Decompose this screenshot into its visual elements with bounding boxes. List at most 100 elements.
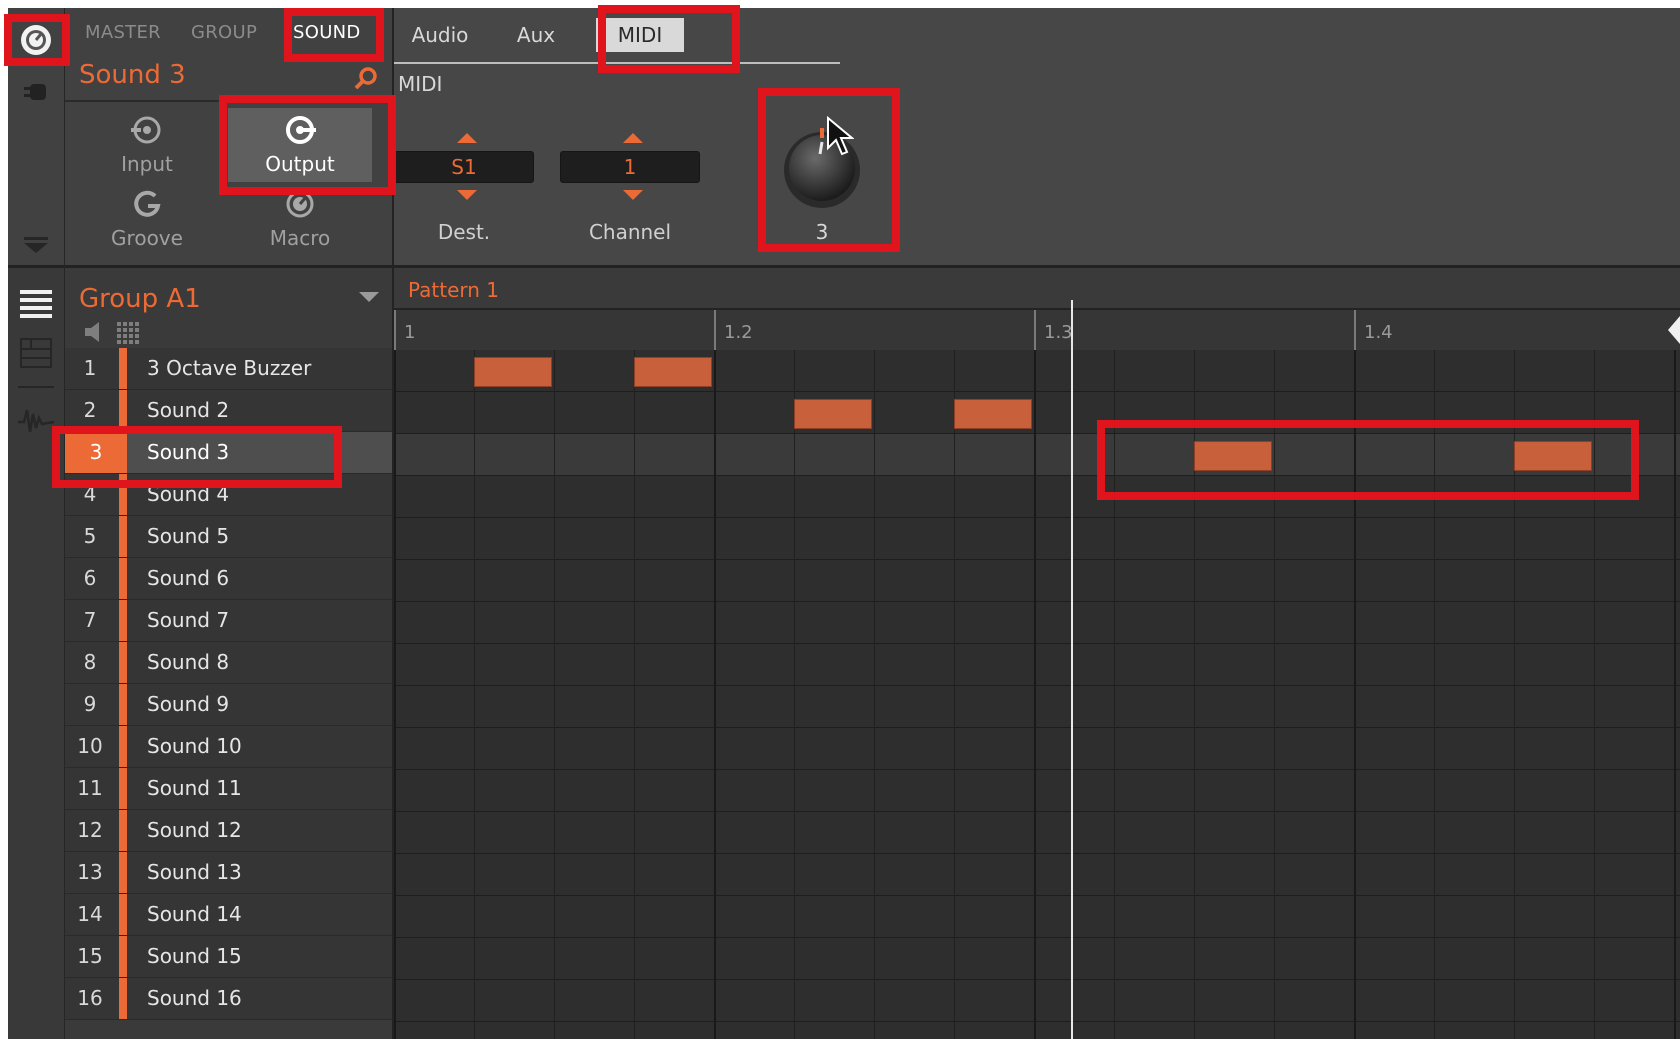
timeline-ruler[interactable]: 1 1.2 1.3 1.4	[394, 308, 1680, 352]
highlight-sound3-notes	[1097, 420, 1639, 500]
slot-number: 7	[83, 608, 97, 632]
grid-step-line	[554, 350, 555, 1039]
waveform-icon[interactable]	[18, 404, 55, 438]
dest-value[interactable]: S1	[394, 151, 534, 183]
channel-value[interactable]: 1	[560, 151, 700, 183]
sound-slot-6[interactable]: 6 Sound 6	[65, 558, 392, 600]
slot-number: 2	[83, 398, 97, 422]
note-event[interactable]	[474, 357, 552, 387]
sound-slot-13[interactable]: 13 Sound 13	[65, 852, 392, 894]
grid-row-1	[394, 350, 1680, 392]
slot-number: 15	[77, 944, 103, 968]
slot-name: Sound 9	[147, 692, 230, 716]
slot-number: 1	[83, 356, 97, 380]
ruler-tick	[1034, 310, 1036, 350]
dest-label: Dest.	[437, 220, 491, 244]
sound-slot-1[interactable]: 1 3 Octave Buzzer	[65, 348, 392, 390]
note-event[interactable]	[794, 399, 872, 429]
note-event[interactable]	[954, 399, 1032, 429]
slot-color	[119, 936, 127, 977]
grid-row-10	[394, 728, 1680, 770]
tab-audio[interactable]: Audio	[400, 18, 480, 52]
sound-slot-9[interactable]: 9 Sound 9	[65, 684, 392, 726]
sound-slot-16[interactable]: 16 Sound 16	[65, 978, 392, 1020]
slot-color	[119, 768, 127, 809]
slot-color	[119, 516, 127, 557]
grid-beat-line	[1034, 350, 1036, 1039]
slot-number: 8	[83, 650, 97, 674]
highlight-output-button	[219, 95, 396, 195]
grid-row-6	[394, 560, 1680, 602]
ruler-tick	[714, 310, 716, 350]
sound-slot-5[interactable]: 5 Sound 5	[65, 516, 392, 558]
ruler-mark-1-3: 1.3	[1044, 322, 1073, 343]
slot-name: Sound 8	[147, 650, 230, 674]
tab-master[interactable]: MASTER	[85, 22, 161, 43]
channel-up-arrow-icon[interactable]	[623, 133, 643, 143]
grid-beat-line	[394, 350, 396, 1039]
slot-name: Sound 5	[147, 524, 230, 548]
sound-slot-10[interactable]: 10 Sound 10	[65, 726, 392, 768]
slot-color	[119, 390, 127, 431]
slot-color	[119, 978, 127, 1019]
groove-icon	[131, 188, 163, 220]
grid-row-5	[394, 518, 1680, 560]
list-view-icon[interactable]	[20, 288, 52, 320]
playhead	[1071, 300, 1073, 1039]
sound-slot-8[interactable]: 8 Sound 8	[65, 642, 392, 684]
group-dropdown-icon[interactable]	[359, 292, 379, 302]
ruler-mark-1-2: 1.2	[724, 322, 753, 343]
slot-color	[119, 684, 127, 725]
grid-step-line	[954, 350, 955, 1039]
slot-color	[119, 348, 127, 389]
sound-title: Sound 3	[79, 60, 186, 90]
slot-number: 14	[77, 902, 103, 926]
groove-page-button[interactable]: Groove	[75, 182, 219, 256]
grid-row-11	[394, 770, 1680, 812]
highlight-sound-tab	[284, 8, 384, 62]
sound-slot-15[interactable]: 15 Sound 15	[65, 936, 392, 978]
slot-number: 11	[77, 776, 103, 800]
grid-icon[interactable]	[117, 322, 139, 344]
mute-icon[interactable]	[83, 322, 105, 342]
slot-name: Sound 16	[147, 986, 242, 1010]
slot-color	[119, 642, 127, 683]
group-title: Group A1	[79, 284, 201, 314]
sound-slot-11[interactable]: 11 Sound 11	[65, 768, 392, 810]
loop-end-icon[interactable]	[1668, 316, 1680, 344]
sound-slot-12[interactable]: 12 Sound 12	[65, 810, 392, 852]
slot-name: Sound 13	[147, 860, 242, 884]
parameter-page: Audio Aux MIDI MIDI S1 Dest. 1 Channel 3	[394, 8, 1680, 268]
ruler-tick	[1354, 310, 1356, 350]
collapse-arrow-icon[interactable]	[22, 236, 50, 254]
section-label: MIDI	[398, 72, 443, 96]
plug-icon[interactable]	[22, 80, 50, 104]
sound-slot-7[interactable]: 7 Sound 7	[65, 600, 392, 642]
highlight-knob	[758, 88, 900, 252]
channel-down-arrow-icon[interactable]	[623, 190, 643, 200]
group-header: Group A1	[65, 268, 394, 348]
dest-up-arrow-icon[interactable]	[457, 133, 477, 143]
tab-aux[interactable]: Aux	[506, 18, 566, 52]
search-icon[interactable]	[353, 66, 379, 92]
pattern-title[interactable]: Pattern 1	[408, 278, 499, 302]
slot-name: 3 Octave Buzzer	[147, 356, 312, 380]
grid-beat-line	[1674, 350, 1676, 1039]
dest-down-arrow-icon[interactable]	[457, 190, 477, 200]
sound-slot-14[interactable]: 14 Sound 14	[65, 894, 392, 936]
keyboard-view-icon[interactable]	[20, 338, 52, 368]
grid-step-line	[474, 350, 475, 1039]
grid-row-16	[394, 980, 1680, 1022]
input-icon	[131, 114, 163, 146]
highlight-sound-slot-3	[52, 426, 342, 488]
macro-label: Macro	[269, 226, 331, 250]
slot-name: Sound 7	[147, 608, 230, 632]
tab-group[interactable]: GROUP	[191, 22, 257, 43]
slot-name: Sound 14	[147, 902, 242, 926]
grid-row-9	[394, 686, 1680, 728]
slot-name: Sound 12	[147, 818, 242, 842]
input-page-button[interactable]: Input	[75, 108, 219, 182]
note-event[interactable]	[634, 357, 712, 387]
slot-name: Sound 15	[147, 944, 242, 968]
slot-number: 10	[77, 734, 103, 758]
